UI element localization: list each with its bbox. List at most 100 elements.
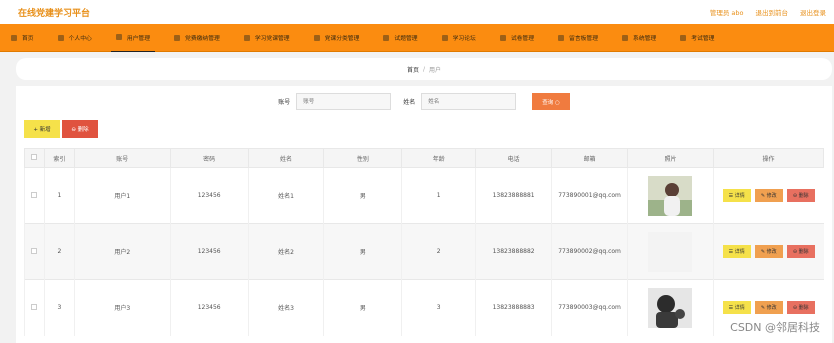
detail-button[interactable]: ☰ 详情 <box>722 189 751 202</box>
column-header: 邮箱 <box>551 148 629 168</box>
cell-name: 姓名2 <box>247 223 324 280</box>
nav-item-personal-center[interactable]: 个人中心 <box>53 24 97 52</box>
cell-phone: 13823888881 <box>475 167 552 224</box>
nav-label: 考试管理 <box>691 36 715 42</box>
row-select-cell[interactable] <box>24 279 45 336</box>
nav-item-message-board[interactable]: 留言板管理 <box>553 24 603 52</box>
column-header: 姓名 <box>247 148 325 168</box>
message-icon <box>558 34 565 41</box>
row-delete-button[interactable]: ⊖ 删除 <box>786 245 815 258</box>
cell-password: 123456 <box>169 223 249 280</box>
cell-ops: ☰ 详情 ✎ 修改 ⊖ 删除 <box>712 223 824 280</box>
add-button[interactable]: + 新增 <box>24 120 60 138</box>
cell-photo <box>627 223 714 280</box>
back-to-frontend-link[interactable]: 退出到前台 <box>756 7 789 17</box>
cell-age: 1 <box>401 167 476 224</box>
gear-icon <box>622 34 629 41</box>
table-row: 1 用户1 123456 姓名1 男 1 13823888881 7738900… <box>24 167 824 224</box>
edit-button[interactable]: ✎ 修改 <box>754 189 783 202</box>
question-icon <box>383 34 390 41</box>
detail-button[interactable]: ☰ 详情 <box>722 245 751 258</box>
nav-label: 用户管理 <box>126 35 151 42</box>
cell-gender: 男 <box>323 279 402 336</box>
account-search-input[interactable] <box>296 93 392 110</box>
row-checkbox[interactable] <box>31 303 38 310</box>
name-label: 姓名 <box>403 99 416 106</box>
nav-label: 试卷管理 <box>510 36 535 42</box>
exam-icon <box>680 34 687 41</box>
cell-email: 773890003@qq.com <box>551 279 628 336</box>
cell-email: 773890002@qq.com <box>551 223 628 280</box>
table-header-row: 索引 账号 密码 姓名 性别 年龄 电话 邮箱 照片 操作 <box>24 148 825 168</box>
nav-label: 学习党课管理 <box>254 36 290 42</box>
nav-item-study-course[interactable]: 学习党课管理 <box>239 24 295 52</box>
row-checkbox[interactable] <box>31 191 38 198</box>
name-search-input[interactable] <box>421 93 517 110</box>
row-select-cell[interactable] <box>24 167 45 224</box>
breadcrumb-current: 用户 <box>429 66 442 74</box>
edit-button[interactable]: ✎ 修改 <box>754 245 783 258</box>
nav-label: 学习论坛 <box>452 36 476 42</box>
user-icon <box>57 34 64 41</box>
breadcrumb-home[interactable]: 首页 <box>407 65 419 74</box>
main-nav: 首页 个人中心 用户管理 党费缴纳管理 学习党课管理 党课分类管理 试题管理 学… <box>0 24 834 52</box>
cell-index: 2 <box>43 223 75 280</box>
action-bar: + 新增 ⊖ 删除 <box>24 120 98 138</box>
nav-item-question[interactable]: 试题管理 <box>378 24 422 52</box>
row-delete-button[interactable]: ⊖ 删除 <box>786 189 815 202</box>
edit-button[interactable]: ✎ 修改 <box>754 301 783 315</box>
cell-gender: 男 <box>323 223 402 280</box>
nav-label: 试题管理 <box>394 36 418 42</box>
column-header: 电话 <box>475 148 553 168</box>
users-icon <box>115 34 122 40</box>
cell-name: 姓名1 <box>247 167 324 224</box>
nav-item-course-category[interactable]: 党课分类管理 <box>309 24 365 52</box>
nav-label: 党课分类管理 <box>324 36 360 42</box>
nav-item-system[interactable]: 系统管理 <box>617 24 661 52</box>
account-label: 账号 <box>278 99 291 106</box>
user-table: 索引 账号 密码 姓名 性别 年龄 电话 邮箱 照片 操作 1 用户1 1234… <box>24 148 825 336</box>
category-icon <box>313 34 320 41</box>
cell-account: 用户3 <box>73 279 171 336</box>
cell-password: 123456 <box>169 167 249 224</box>
nav-item-exam-paper[interactable]: 试卷管理 <box>495 24 539 52</box>
nav-item-party-fee[interactable]: 党费缴纳管理 <box>169 24 225 52</box>
book-icon <box>243 34 250 41</box>
nav-item-user-management[interactable]: 用户管理 <box>110 24 156 52</box>
delete-button[interactable]: ⊖ 删除 <box>62 120 98 138</box>
nav-label: 党费缴纳管理 <box>185 36 220 42</box>
table-row: 2 用户2 123456 姓名2 男 2 13823888882 7738900… <box>24 223 824 280</box>
select-all-header[interactable] <box>24 148 45 168</box>
nav-label: 系统管理 <box>633 36 657 42</box>
wallet-icon <box>174 34 181 41</box>
row-delete-button[interactable]: ⊖ 删除 <box>786 301 815 315</box>
admin-label: 管理员 abo <box>709 9 744 17</box>
watermark: CSDN @邻居科技 <box>730 321 820 334</box>
breadcrumb: 首页 / 用户 <box>16 58 832 80</box>
cell-account: 用户1 <box>73 167 171 224</box>
search-button[interactable]: 查询 ○ <box>532 93 570 110</box>
cell-email: 773890001@qq.com <box>551 167 628 224</box>
row-select-cell[interactable] <box>24 223 45 280</box>
top-links: 管理员 abo 退出到前台 退出登录 <box>710 7 826 17</box>
cell-index: 1 <box>43 167 75 224</box>
nav-item-exam[interactable]: 考试管理 <box>675 24 719 52</box>
select-all-checkbox[interactable] <box>31 154 38 160</box>
app-title: 在线党建学习平台 <box>18 8 91 19</box>
logout-link[interactable]: 退出登录 <box>800 7 826 17</box>
detail-button[interactable]: ☰ 详情 <box>722 301 751 315</box>
column-header: 年龄 <box>401 148 477 168</box>
cell-password: 123456 <box>169 279 249 336</box>
user-photo <box>648 175 693 216</box>
nav-item-home[interactable]: 首页 <box>6 24 39 52</box>
nav-label: 首页 <box>22 36 34 42</box>
cell-age: 2 <box>401 223 476 280</box>
paper-icon <box>499 34 506 41</box>
row-checkbox[interactable] <box>31 247 38 254</box>
nav-label: 个人中心 <box>68 36 92 42</box>
cell-index: 3 <box>43 279 75 336</box>
column-header: 照片 <box>627 148 714 168</box>
breadcrumb-separator: / <box>422 65 426 73</box>
nav-item-forum[interactable]: 学习论坛 <box>437 24 481 52</box>
table-row: 3 用户3 123456 姓名3 男 3 13823888883 7738900… <box>24 279 824 336</box>
